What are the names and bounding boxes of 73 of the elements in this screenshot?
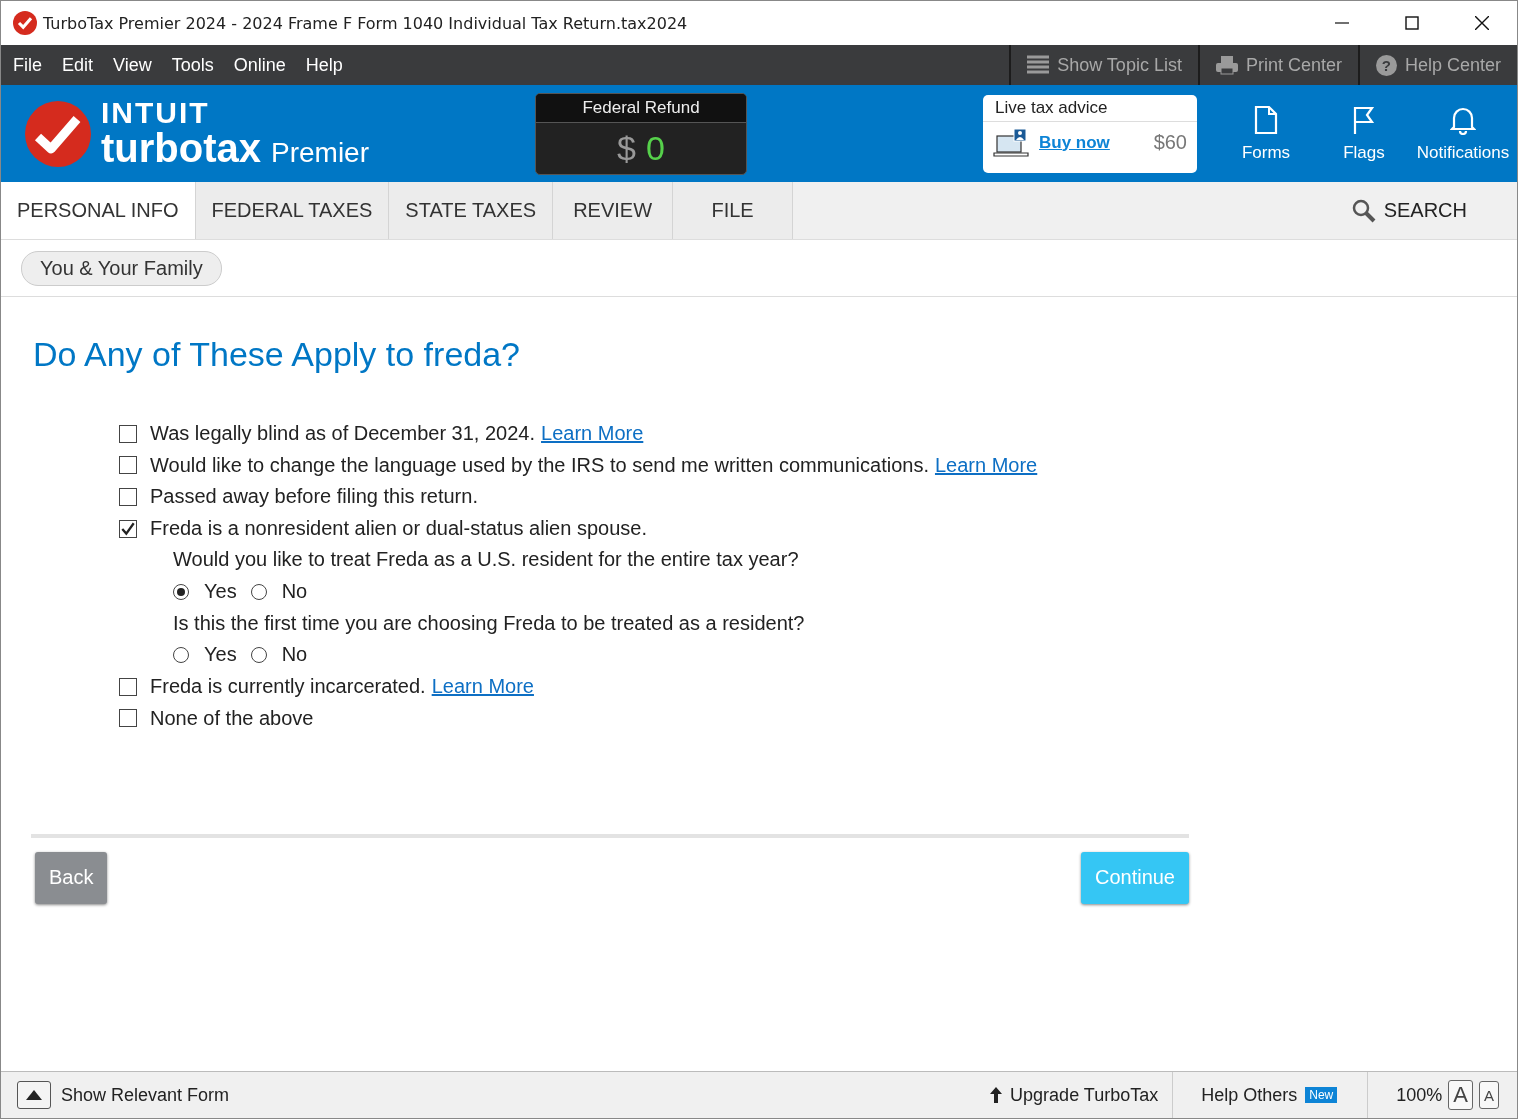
larger-text-button[interactable]: A [1448,1080,1473,1110]
nav-tab[interactable]: PERSONAL INFO [1,182,196,239]
help-icon: ? [1375,54,1397,76]
advice-price: $60 [1153,131,1187,154]
option-label: Passed away before filing this return. [150,485,478,509]
expand-button[interactable] [17,1081,51,1109]
search-icon [1351,198,1376,223]
menu-item[interactable]: Tools [161,54,224,76]
refund-amount: 0 [646,128,665,168]
checkbox[interactable] [119,519,137,538]
upgrade-link[interactable]: Upgrade TurboTax [1010,1084,1159,1106]
help-others-link[interactable]: Help Others [1201,1084,1298,1106]
nav-tab[interactable]: REVIEW [553,182,674,239]
menu-item[interactable]: File [1,54,52,76]
window-title: TurboTax Premier 2024 - 2024 Frame F Form 1040 Individual Tax Return.tax2024 [43,13,688,33]
page-heading: Do Any of These Apply to freda? [33,335,522,374]
header-button[interactable]: Forms [1217,104,1315,163]
option-label: Was legally blind as of December 31, 2024. [150,422,536,446]
list-icon [1027,55,1050,75]
radio-button[interactable] [250,646,267,663]
radio-button[interactable] [173,646,189,663]
currency-symbol: $ [617,128,636,168]
show-relevant-form-link[interactable]: Show Relevant Form [61,1084,230,1106]
printer-icon [1215,55,1238,75]
nav-tab[interactable]: FILE [673,182,794,239]
checkbox[interactable] [119,709,137,728]
option-label: None of the above [150,706,314,730]
menu-item[interactable]: Online [223,54,296,76]
header-button[interactable]: Flags [1315,104,1413,163]
breadcrumb-pill[interactable]: You & Your Family [21,250,222,286]
product-name: turbotax [101,128,261,168]
option-label: Freda is a nonresident alien or dual-status alien spouse. [150,517,647,541]
menu-item[interactable]: Edit [52,54,104,76]
advice-title: Live tax advice [983,94,1197,122]
radio-label: Yes [204,580,237,604]
laptop-icon [993,127,1029,158]
up-arrow-icon [990,1087,1003,1103]
nav-tab[interactable]: FEDERAL TAXES [195,182,390,239]
menu-item[interactable]: View [103,54,162,76]
radio-label: No [281,580,308,604]
learn-more-link[interactable]: Learn More [541,422,644,446]
smaller-text-button[interactable]: A [1479,1081,1499,1109]
edition-name: Premier [271,137,369,169]
checkbox[interactable] [119,456,137,475]
buy-now-link[interactable]: Buy now [1039,132,1110,153]
header-button[interactable]: Notifications [1413,104,1513,163]
search-button[interactable]: SEARCH [1345,182,1473,239]
learn-more-link[interactable]: Learn More [431,675,534,699]
refund-label: Federal Refund [536,93,746,123]
learn-more-link[interactable]: Learn More [934,453,1038,477]
checkbox[interactable] [119,488,137,506]
radio-label: Yes [204,643,237,667]
nav-tab[interactable]: STATE TAXES [389,182,554,239]
radio-label: No [281,643,308,667]
option-label: Would like to change the language used by the IRS to send me written communications. [150,453,929,477]
new-badge: New [1305,1087,1338,1103]
zoom-level: 100% [1396,1084,1443,1106]
flag-icon [1351,104,1377,135]
app-logo-icon [13,11,37,35]
question-text: Would you like to treat Freda as a U.S. resident for the entire tax year? [173,547,800,573]
radio-button[interactable] [173,583,189,600]
maximize-icon[interactable] [1405,16,1419,30]
up-triangle-icon [26,1090,42,1100]
option-label: Freda is currently incarcerated. [150,675,426,699]
company-name: INTUIT [101,98,211,128]
radio-button[interactable] [250,583,267,600]
question-text: Is this the first time you are choosing Freda to be treated as a resident? [173,610,806,636]
menu-item[interactable]: Help [295,54,353,76]
checkbox[interactable] [119,424,137,443]
document-icon [1253,104,1279,135]
close-icon[interactable] [1475,16,1489,30]
checkmark-logo-icon [25,100,91,167]
checkbox[interactable] [119,677,137,696]
